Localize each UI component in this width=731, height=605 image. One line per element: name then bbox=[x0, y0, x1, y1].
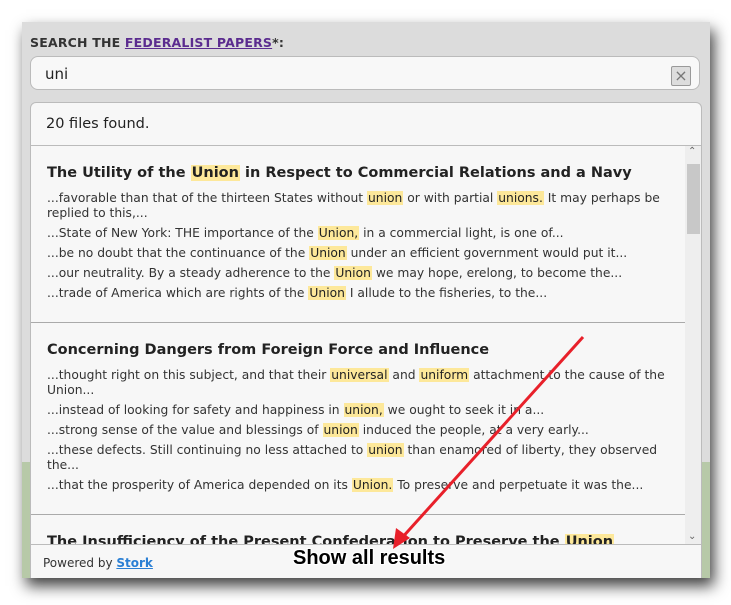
annotation-text: Show all results bbox=[293, 547, 446, 569]
arrow-line bbox=[398, 335, 585, 542]
annotation-arrow bbox=[393, 335, 585, 549]
